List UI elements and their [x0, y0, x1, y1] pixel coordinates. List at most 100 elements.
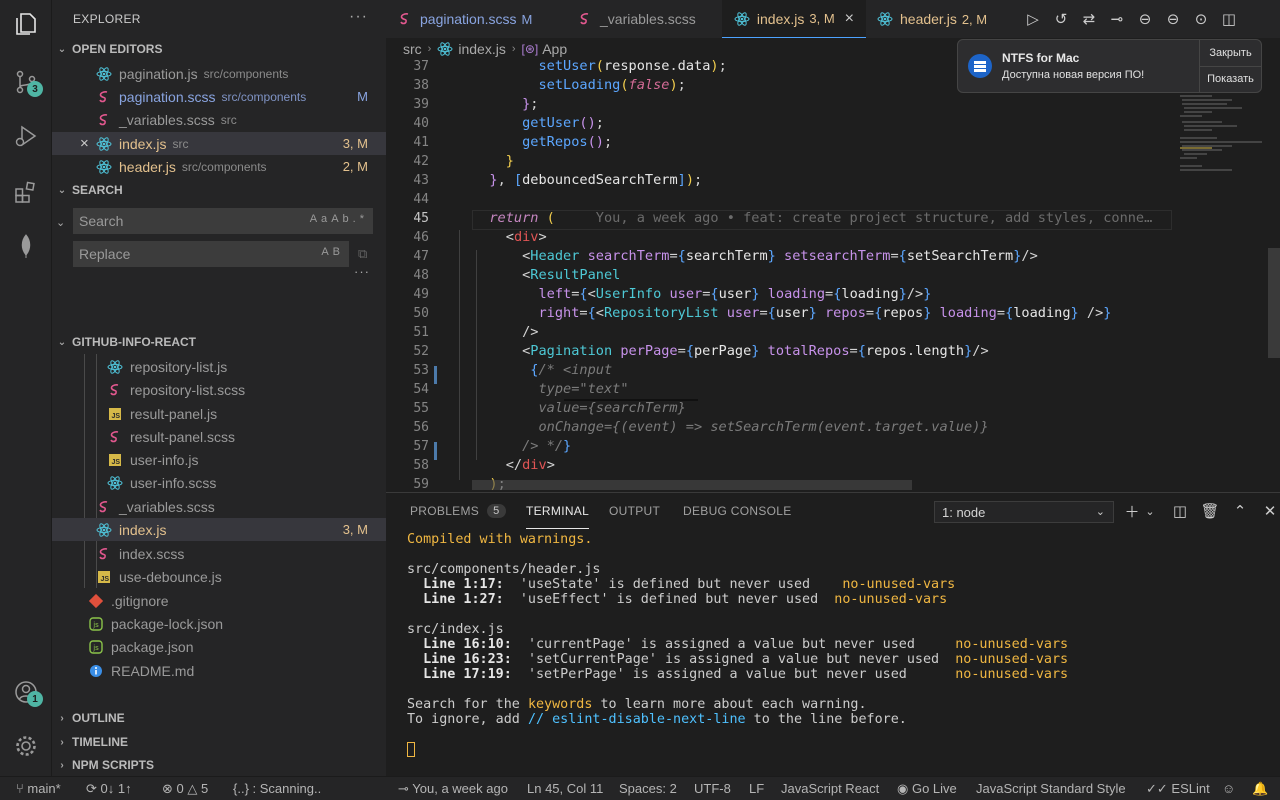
trash-icon[interactable]: 🗑	[1200, 502, 1219, 520]
file-tree-item[interactable]: _variables.scss	[52, 495, 386, 518]
timeline-header[interactable]: › TIMELINE	[52, 731, 386, 753]
files-icon	[16, 13, 36, 35]
explorer-activity[interactable]	[0, 0, 52, 48]
search-options[interactable]: AaAb.*	[310, 213, 368, 225]
tab-index-js[interactable]: index.js 3, M ×	[722, 0, 866, 38]
accounts-activity[interactable]: 1	[0, 668, 52, 716]
whole-word-toggle[interactable]: Ab	[331, 213, 352, 225]
file-tree-item[interactable]: repository-list.scss	[52, 378, 386, 401]
split-terminal-icon[interactable]: ◫	[1172, 502, 1188, 520]
scanning-indicator[interactable]: {..} : Scanning..	[233, 781, 321, 796]
preserve-case-toggle[interactable]: AB	[321, 246, 344, 258]
open-editor-item[interactable]: _variables.scss src	[52, 108, 386, 131]
previous-change-icon[interactable]: ⊖	[1136, 10, 1154, 28]
tab-status: 2, M	[961, 11, 988, 27]
end-of-line[interactable]: LF	[749, 781, 764, 796]
close-icon[interactable]: ✕	[1262, 502, 1278, 520]
run-icon[interactable]: ▷	[1024, 10, 1042, 28]
file-tree-item[interactable]: JS use-debounce.js	[52, 565, 386, 588]
file-tree-item[interactable]: index.scss	[52, 542, 386, 565]
tab-output[interactable]: OUTPUT	[609, 493, 660, 529]
run-debug-activity[interactable]	[0, 112, 52, 160]
go-live-button[interactable]: ◉ Go Live	[897, 781, 957, 797]
cursor-position[interactable]: Ln 45, Col 11	[527, 781, 603, 796]
tab-debug-console[interactable]: DEBUG CONSOLE	[683, 493, 792, 529]
open-editor-item[interactable]: header.js src/components 2, M	[52, 155, 386, 178]
file-tree-item[interactable]: js package.json	[52, 635, 386, 658]
open-editor-item[interactable]: pagination.js src/components	[52, 62, 386, 85]
mongodb-activity[interactable]	[0, 222, 52, 270]
file-tree-item[interactable]: js package-lock.json	[52, 612, 386, 635]
bell-icon[interactable]: 🔔	[1252, 781, 1268, 797]
sync-indicator[interactable]: ⟳ 0↓ 1↑	[86, 781, 132, 797]
code-line: onChange={(event) => setSearchTerm(event…	[473, 419, 989, 435]
terminal-line: Line 1:17: 'useState' is defined but nev…	[407, 577, 955, 592]
open-editor-item-active[interactable]: × index.js src 3, M	[52, 132, 386, 155]
search-header[interactable]: ⌄ SEARCH	[52, 179, 386, 201]
code-line: <Pagination perPage={perPage} totalRepos…	[522, 343, 989, 359]
file-tree-item[interactable]: JS user-info.js	[52, 448, 386, 471]
vertical-scrollbar[interactable]	[1268, 248, 1280, 358]
open-changes-icon[interactable]: ⊙	[1192, 10, 1210, 28]
search-input[interactable]: Search AaAb.*	[73, 208, 373, 234]
feedback-icon[interactable]: ☺	[1222, 781, 1235, 796]
tab-pagination-scss[interactable]: pagination.scss M	[396, 0, 532, 38]
source-control-activity[interactable]: 3	[0, 58, 52, 106]
compare-changes-icon[interactable]: ⇄	[1080, 10, 1098, 28]
regex-toggle[interactable]: .*	[353, 213, 368, 225]
file-tree-item[interactable]: JS result-panel.js	[52, 402, 386, 425]
terminal-select[interactable]: 1: node ⌄	[934, 501, 1114, 523]
horizontal-scrollbar[interactable]	[472, 480, 912, 490]
file-tree-item[interactable]: repository-list.js	[52, 355, 386, 378]
tab-problems[interactable]: PROBLEMS 5	[410, 493, 506, 529]
breadcrumb-folder[interactable]: src	[403, 41, 422, 57]
open-editors-header[interactable]: ⌄ OPEN EDITORS	[52, 38, 386, 60]
breadcrumb-symbol[interactable]: App	[542, 41, 567, 57]
branch-indicator[interactable]: ⑂ main*	[16, 781, 61, 796]
sync-icon: ⟳	[86, 781, 101, 796]
replace-input[interactable]: Replace AB	[73, 241, 349, 267]
file-tree-item[interactable]: .gitignore	[52, 589, 386, 612]
maximize-panel-icon[interactable]: ⌃	[1232, 502, 1248, 520]
eslint-indicator[interactable]: ✓✓ ESLint	[1146, 781, 1210, 797]
more-search-icon[interactable]: ···	[354, 264, 370, 279]
git-status: M	[357, 89, 368, 104]
chevron-down-icon[interactable]: ⌄	[1142, 502, 1158, 520]
file-tree-item[interactable]: result-panel.scss	[52, 425, 386, 448]
extensions-activity[interactable]	[0, 168, 52, 216]
file-tree-item[interactable]: index.js 3, M	[52, 518, 386, 541]
encoding[interactable]: UTF-8	[694, 781, 731, 796]
breadcrumb-file[interactable]: index.js	[458, 41, 505, 57]
close-icon[interactable]: ×	[845, 10, 854, 28]
history-icon[interactable]: ↺	[1052, 10, 1070, 28]
split-editor-icon[interactable]: ◫	[1220, 10, 1238, 28]
tab-variables-scss[interactable]: _variables.scss	[576, 0, 696, 38]
git-commit-icon[interactable]: ⊸	[1108, 10, 1126, 28]
blame-indicator[interactable]: ⊸ You, a week ago	[398, 781, 508, 797]
match-case-toggle[interactable]: Aa	[310, 213, 331, 225]
code-line: type="text"	[473, 381, 629, 397]
settings-activity[interactable]	[0, 722, 52, 770]
open-editor-item[interactable]: pagination.scss src/components M	[52, 85, 386, 108]
project-header[interactable]: ⌄ GITHUB-INFO-REACT	[52, 331, 386, 353]
tab-terminal[interactable]: TERMINAL	[526, 493, 590, 529]
outline-header[interactable]: › OUTLINE	[52, 707, 386, 729]
more-actions-icon[interactable]: ···	[349, 8, 368, 26]
minimap[interactable]	[1172, 58, 1272, 492]
close-icon[interactable]: ×	[80, 135, 89, 152]
tab-header-js[interactable]: header.js 2, M	[876, 0, 987, 38]
file-tree-item[interactable]: README.md	[52, 659, 386, 682]
replace-all-icon[interactable]: ⧉	[358, 246, 367, 262]
code-editor[interactable]: 37 38 39 40 41 42 43 44 45 46 47 48 49 50 51 52 53 54 55 56…	[386, 58, 1280, 492]
notification-close-button[interactable]: Закрыть	[1200, 40, 1261, 67]
notification-show-button[interactable]: Показать	[1200, 67, 1261, 93]
problems-indicator[interactable]: ⊗ 0 △ 5	[162, 781, 208, 797]
toggle-replace-icon[interactable]: ⌄	[56, 216, 65, 229]
language-mode[interactable]: JavaScript React	[781, 781, 879, 796]
indentation[interactable]: Spaces: 2	[619, 781, 677, 796]
npm-scripts-header[interactable]: › NPM SCRIPTS	[52, 754, 386, 776]
new-terminal-icon[interactable]: ＋	[1124, 502, 1140, 521]
standard-style-indicator[interactable]: JavaScript Standard Style	[976, 781, 1126, 796]
next-change-icon[interactable]: ⊖	[1164, 10, 1182, 28]
file-tree-item[interactable]: user-info.scss	[52, 471, 386, 494]
